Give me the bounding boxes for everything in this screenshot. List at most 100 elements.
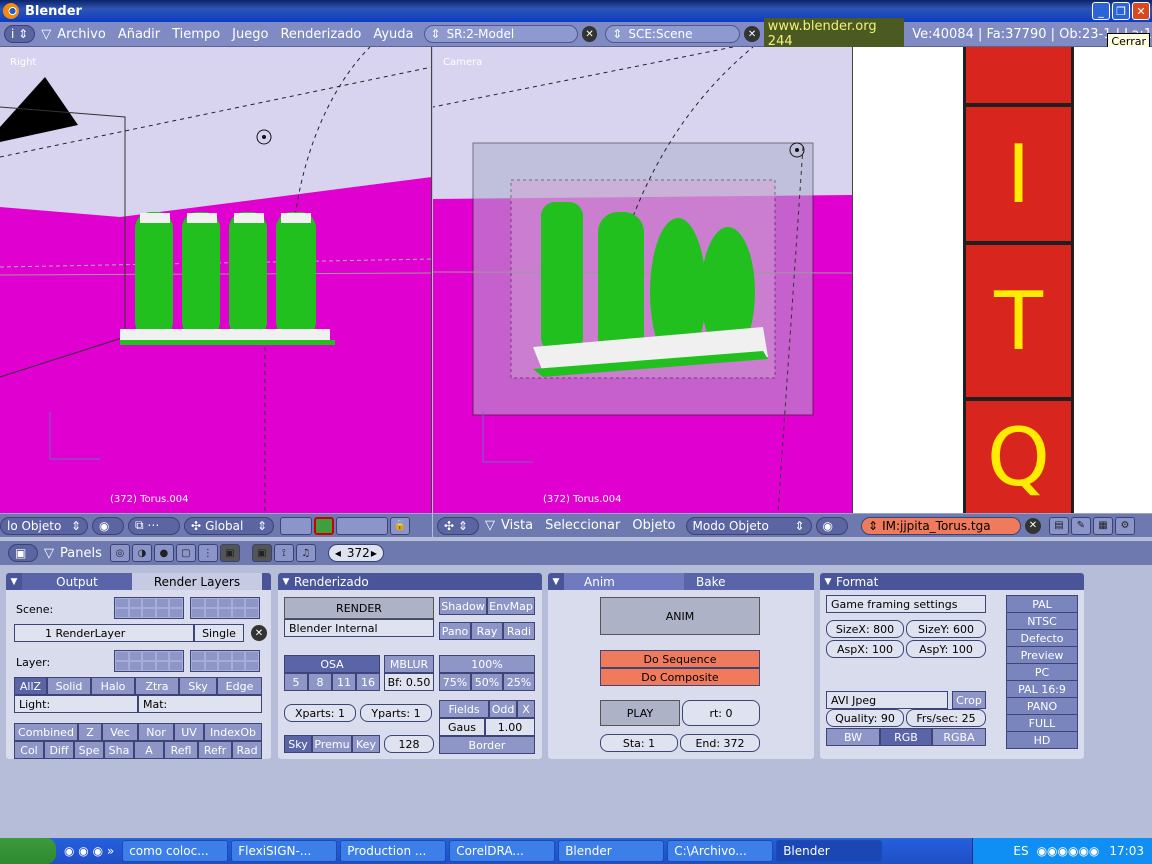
task-coreldraw[interactable]: CorelDRA... xyxy=(449,840,556,862)
image-unlink-icon[interactable]: ✕ xyxy=(1025,517,1041,534)
language-indicator[interactable]: ES xyxy=(1013,844,1028,858)
osa-8[interactable]: 8 xyxy=(308,673,332,691)
color-depth-selector[interactable]: 128 xyxy=(384,735,434,753)
shading-context-icon[interactable]: ◑ xyxy=(131,544,152,562)
pass-refr[interactable]: Refr xyxy=(198,741,232,759)
sky-button[interactable]: Sky xyxy=(284,735,312,753)
scene-layers-a[interactable] xyxy=(114,597,184,619)
toggle-ztra[interactable]: Ztra xyxy=(135,677,179,695)
menu-ayuda[interactable]: Ayuda xyxy=(367,27,419,42)
collapse-triangle-icon[interactable]: ▼ xyxy=(6,577,22,587)
toggle-edge[interactable]: Edge xyxy=(217,677,262,695)
draw-type-button[interactable]: ◉ xyxy=(92,516,124,535)
task-blender-folder[interactable]: Blender xyxy=(558,840,665,862)
pano-button[interactable]: Pano xyxy=(439,622,471,640)
tab-output[interactable]: Output xyxy=(22,573,132,590)
task-archivo[interactable]: C:\Archivo... xyxy=(667,840,774,862)
render-subcontext-icon[interactable]: ▣ xyxy=(251,544,272,562)
mblur-button[interactable]: MBLUR xyxy=(384,655,434,673)
sizey-field[interactable]: SizeY: 600 xyxy=(906,620,986,638)
preset-pal-16-9[interactable]: PAL 16:9 xyxy=(1006,680,1078,698)
menu-tiempo[interactable]: Tiempo xyxy=(166,27,226,42)
start-frame-field[interactable]: Sta: 1 xyxy=(600,734,678,752)
single-button[interactable]: Single xyxy=(194,624,244,642)
key-button[interactable]: Key xyxy=(352,735,380,753)
menu-archivo[interactable]: Archivo xyxy=(51,27,112,42)
screen-selector[interactable]: ⇕ SR:2-Model xyxy=(423,25,578,43)
toggle-solid[interactable]: Solid xyxy=(47,677,91,695)
viewport-right[interactable]: Right (372) Torus.004 xyxy=(0,47,432,513)
pass-spe[interactable]: Spe xyxy=(74,741,104,759)
tab-anim[interactable]: Anim xyxy=(564,573,684,590)
osa-11[interactable]: 11 xyxy=(332,673,356,691)
task-blender[interactable]: Blender xyxy=(776,840,883,862)
menu-vista[interactable]: Vista xyxy=(495,518,539,533)
orientation-selector[interactable]: ✣ Global ⇕ xyxy=(184,516,274,535)
fields-button[interactable]: Fields xyxy=(439,700,489,718)
pass-diff[interactable]: Diff xyxy=(44,741,74,759)
pass-uv[interactable]: UV xyxy=(174,723,204,741)
yparts-field[interactable]: Yparts: 1 xyxy=(360,704,432,722)
draw-type-button-camera[interactable]: ◉ xyxy=(815,516,848,535)
layer-buttons-a[interactable] xyxy=(280,516,312,535)
panels-menu[interactable]: Panels xyxy=(54,546,108,561)
scene-delete-icon[interactable]: ✕ xyxy=(744,26,760,42)
play-button[interactable]: PLAY xyxy=(600,700,680,726)
preset-hd[interactable]: HD xyxy=(1006,731,1078,749)
start-button[interactable] xyxy=(0,838,56,864)
render-layer-layers-b[interactable] xyxy=(190,650,260,672)
format-preset-selector[interactable]: Game framing settings xyxy=(826,595,986,613)
end-frame-field[interactable]: End: 372 xyxy=(680,734,760,752)
tab-bake[interactable]: Bake xyxy=(684,573,814,590)
pass-combined[interactable]: Combined xyxy=(14,723,78,741)
color-bw-button[interactable]: BW xyxy=(826,728,880,746)
buttons-window-type[interactable]: ▣ xyxy=(8,544,38,562)
pass-col[interactable]: Col xyxy=(14,741,44,759)
pass-z[interactable]: Z xyxy=(78,723,102,741)
osa-button[interactable]: OSA xyxy=(284,655,380,673)
aspx-field[interactable]: AspX: 100 xyxy=(826,640,904,658)
crop-button[interactable]: Crop xyxy=(952,691,986,709)
quicklaunch-icons[interactable]: ◉ ◉ ◉ » xyxy=(64,844,114,858)
light-field[interactable]: Light: xyxy=(14,695,138,713)
scene-layers-b[interactable] xyxy=(190,597,260,619)
image-selector[interactable]: ⇕ IM:jjpita_Torus.tga xyxy=(861,516,1021,535)
mat-field[interactable]: Mat: xyxy=(138,695,262,713)
logic-context-icon[interactable]: ◎ xyxy=(109,544,130,562)
active-layer-button[interactable] xyxy=(314,516,334,535)
frame-field[interactable]: ◂ 372 ▸ xyxy=(327,544,384,562)
render-engine-selector[interactable]: Blender Internal xyxy=(284,619,434,637)
image-editor[interactable]: I T Q xyxy=(853,47,1152,513)
anim-button[interactable]: ANIM xyxy=(600,597,760,635)
menu-collapse-icon[interactable]: ▽ xyxy=(41,27,51,42)
border-button[interactable]: Border xyxy=(439,736,535,754)
menu-seleccionar[interactable]: Seleccionar xyxy=(539,518,626,533)
size-75-button[interactable]: 75% xyxy=(439,673,471,691)
aspy-field[interactable]: AspY: 100 xyxy=(906,640,986,658)
preset-full[interactable]: FULL xyxy=(1006,714,1078,732)
header-collapse-icon[interactable]: ▽ xyxy=(485,518,495,533)
close-button[interactable]: ✕ xyxy=(1132,2,1150,20)
toggle-sky[interactable]: Sky xyxy=(179,677,217,695)
pass-vec[interactable]: Vec xyxy=(102,723,138,741)
pass-refl[interactable]: Refl xyxy=(164,741,198,759)
scene-context-icon[interactable]: ▣ xyxy=(219,544,240,562)
pass-indexob[interactable]: IndexOb xyxy=(204,723,262,741)
do-sequence-button[interactable]: Do Sequence xyxy=(600,650,760,668)
render-layer-layers-a[interactable] xyxy=(114,650,184,672)
x-button[interactable]: X xyxy=(517,700,535,718)
menu-anadir[interactable]: Añadir xyxy=(112,27,166,42)
pivot-button[interactable]: ⧉ ⋯ xyxy=(128,516,180,535)
anim-collapse-icon[interactable]: ▼ xyxy=(548,577,564,587)
render-layer-name[interactable]: 1 RenderLayer xyxy=(14,624,194,642)
filter-size-field[interactable]: 1.00 xyxy=(485,718,535,736)
bf-field[interactable]: Bf: 0.50 xyxy=(384,673,434,691)
preset-preview[interactable]: Preview xyxy=(1006,646,1078,664)
sound-subcontext-icon[interactable]: ♫ xyxy=(295,544,316,562)
xparts-field[interactable]: Xparts: 1 xyxy=(284,704,356,722)
layer-buttons-b[interactable] xyxy=(336,516,388,535)
filter-selector[interactable]: Gaus xyxy=(439,718,485,736)
color-rgb-button[interactable]: RGB xyxy=(880,728,932,746)
tab-render-layers[interactable]: Render Layers xyxy=(132,573,262,590)
osa-16[interactable]: 16 xyxy=(356,673,380,691)
